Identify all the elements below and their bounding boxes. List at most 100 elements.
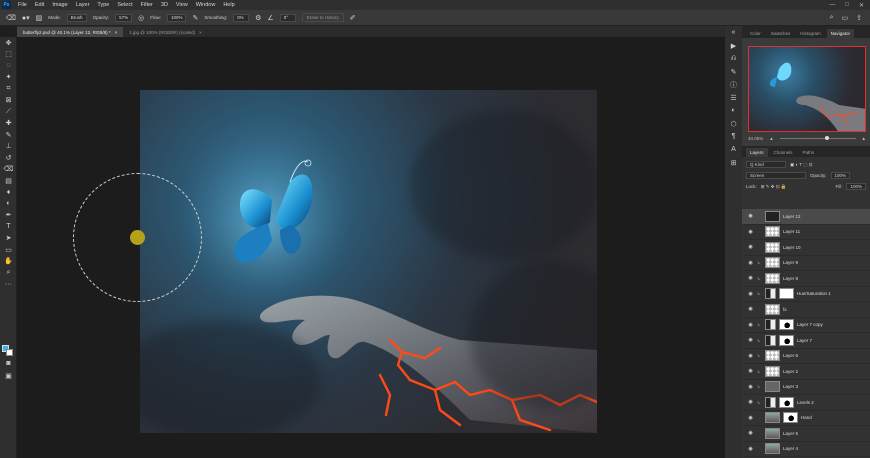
menu-select[interactable]: Select [113,2,136,8]
visibility-eye-icon[interactable]: ◉ [747,399,754,405]
background-color-swatch[interactable] [6,349,13,356]
layer-row[interactable]: ◉ Layer 5 [742,426,870,442]
visibility-eye-icon[interactable]: ◉ [747,306,754,312]
layer-row[interactable]: ◉ Layer 10 [742,240,870,256]
blend-mode-select[interactable]: Screen [746,172,806,179]
tab-swatches[interactable]: Swatches [767,29,795,38]
close-button[interactable]: ✕ [859,2,864,9]
brush-tool-icon[interactable]: ✎ [0,129,17,141]
cube-icon[interactable]: ⬡ [725,117,742,130]
visibility-eye-icon[interactable]: ◉ [747,275,754,281]
menu-file[interactable]: File [14,2,31,8]
tab-histogram[interactable]: Histogram [796,29,825,38]
menu-filter[interactable]: Filter [137,2,157,8]
layer-row[interactable]: ◉ ↳ Layer 9 [742,256,870,271]
layer-mask-thumbnail[interactable] [779,334,794,346]
menu-edit[interactable]: Edit [31,2,48,8]
menu-image[interactable]: Image [48,2,71,8]
airbrush-icon[interactable]: ✎ [192,14,198,22]
gear-icon[interactable]: ⚙ [255,14,261,22]
layer-row[interactable]: ◉ ↳ Layer 6 [742,349,870,364]
visibility-eye-icon[interactable]: ◉ [747,244,754,250]
pressure-opacity-icon[interactable]: ◎ [138,14,144,22]
history-icon[interactable]: ⎌ [725,52,742,65]
pressure-size-icon[interactable]: ✐ [350,14,356,22]
layer-row[interactable]: ◉ ↳ Layer 2 [742,364,870,380]
minimize-button[interactable]: — [829,2,835,9]
rectangle-tool-icon[interactable]: ▭ [0,244,17,256]
layer-row[interactable]: ◉ ↳ Layer 7 copy [742,318,870,333]
visibility-eye-icon[interactable]: ◉ [747,384,754,390]
hand-tool-icon[interactable]: ✋ [0,256,17,268]
move-tool-icon[interactable]: ✥ [0,37,17,49]
play-icon[interactable]: ▶ [725,39,742,52]
brush-settings-icon[interactable]: ▨ [36,14,43,22]
canvas-area[interactable] [17,37,725,458]
layer-row[interactable]: ◉ ↳ Hue/Saturation 1 [742,287,870,302]
menu-window[interactable]: Window [192,2,220,8]
filter-icons[interactable]: ▣ ◐ T ⬚ ⊡ [790,162,813,168]
history-brush-tool-icon[interactable]: ↺ [0,152,17,164]
opacity-field[interactable]: 57% [115,13,133,22]
layer-row[interactable]: ◉ ↳ Levels 2 [742,395,870,411]
blur-tool-icon[interactable]: ♦ [0,187,17,199]
glyphs-icon[interactable]: ⊞ [725,156,742,169]
eyedropper-tool-icon[interactable]: ⟋ [0,106,17,118]
navigator-preview[interactable] [748,46,866,132]
tab-close-icon[interactable]: × [115,30,118,35]
visibility-eye-icon[interactable]: ◉ [747,430,754,436]
tab-layers[interactable]: Layers [746,148,768,157]
maximize-button[interactable]: □ [845,2,849,9]
layer-mask-thumbnail[interactable] [779,319,794,331]
fill-field[interactable]: 100% [846,183,866,190]
angle-field[interactable]: 0° [279,13,296,22]
zoom-in-icon[interactable]: ▲ [862,136,866,141]
collapse-icon[interactable]: « [725,26,742,39]
menu-type[interactable]: Type [93,2,113,8]
layer-row[interactable]: ◉ fx. [742,302,870,318]
visibility-eye-icon[interactable]: ◉ [747,337,754,343]
visibility-eye-icon[interactable]: ◉ [747,291,754,297]
lock-icons[interactable]: ⊞ ✎ ✥ ⊡ 🔒 [761,184,787,190]
tab-color[interactable]: Color [746,29,765,38]
brush-panel-icon[interactable]: ✎ [725,65,742,78]
visibility-eye-icon[interactable]: ◉ [747,213,754,219]
tab-navigator[interactable]: Navigator [826,29,855,38]
visibility-eye-icon[interactable]: ◉ [747,368,754,374]
visibility-eye-icon[interactable]: ◉ [747,260,754,266]
mode-select[interactable]: Brush [66,13,87,22]
document-canvas[interactable] [140,90,597,433]
flow-field[interactable]: 100% [166,13,187,22]
crop-tool-icon[interactable]: ⌗ [0,83,17,95]
tab-1-jpg[interactable]: 1.jpg @ 100% (RGB/8#) (scaled) × [123,27,208,37]
frame-tool-icon[interactable]: ⊠ [0,95,17,107]
layer-filter-select[interactable]: Q Kind [746,161,786,168]
screen-mode-icon[interactable]: ▣ [0,370,17,382]
pen-tool-icon[interactable]: ✒ [0,210,17,222]
more-tools-icon[interactable]: ··· [0,279,17,291]
erase-to-history-button[interactable]: Erase to History [301,13,344,22]
adjustments-icon[interactable]: ◐ [725,104,742,117]
healing-tool-icon[interactable]: ✚ [0,118,17,130]
search-icon[interactable]: ⌕ [830,14,834,22]
stamp-tool-icon[interactable]: ⊥ [0,141,17,153]
zoom-tool-icon[interactable]: ⌕ [0,267,17,279]
artboard-tool-icon[interactable]: ⬚ [0,49,17,61]
character-icon[interactable]: A [725,143,742,156]
layer-row[interactable]: ◉ Layer 4 [742,442,870,457]
layer-row[interactable]: ◉ ↳ Layer 3 [742,380,870,395]
tab-close-icon[interactable]: × [199,30,202,35]
layer-mask-thumbnail[interactable] [779,396,794,408]
eraser-tool-icon[interactable]: ⌫ [0,164,17,176]
menu-layer[interactable]: Layer [72,2,94,8]
info-icon[interactable]: ⓘ [725,78,742,91]
zoom-out-icon[interactable]: ▲ [769,136,773,141]
tab-butterfly2[interactable]: butterfly2.psd @ 40.1% (Layer 12, RGB/8)… [17,27,124,37]
workspace-icon[interactable]: ▭ [842,14,849,22]
menu-help[interactable]: Help [219,2,238,8]
visibility-eye-icon[interactable]: ◉ [747,229,754,235]
quick-mask-icon[interactable]: ◙ [0,358,17,370]
zoom-value[interactable]: 40.05% [748,136,763,141]
visibility-eye-icon[interactable]: ◉ [747,446,754,452]
visibility-eye-icon[interactable]: ◉ [747,415,754,421]
